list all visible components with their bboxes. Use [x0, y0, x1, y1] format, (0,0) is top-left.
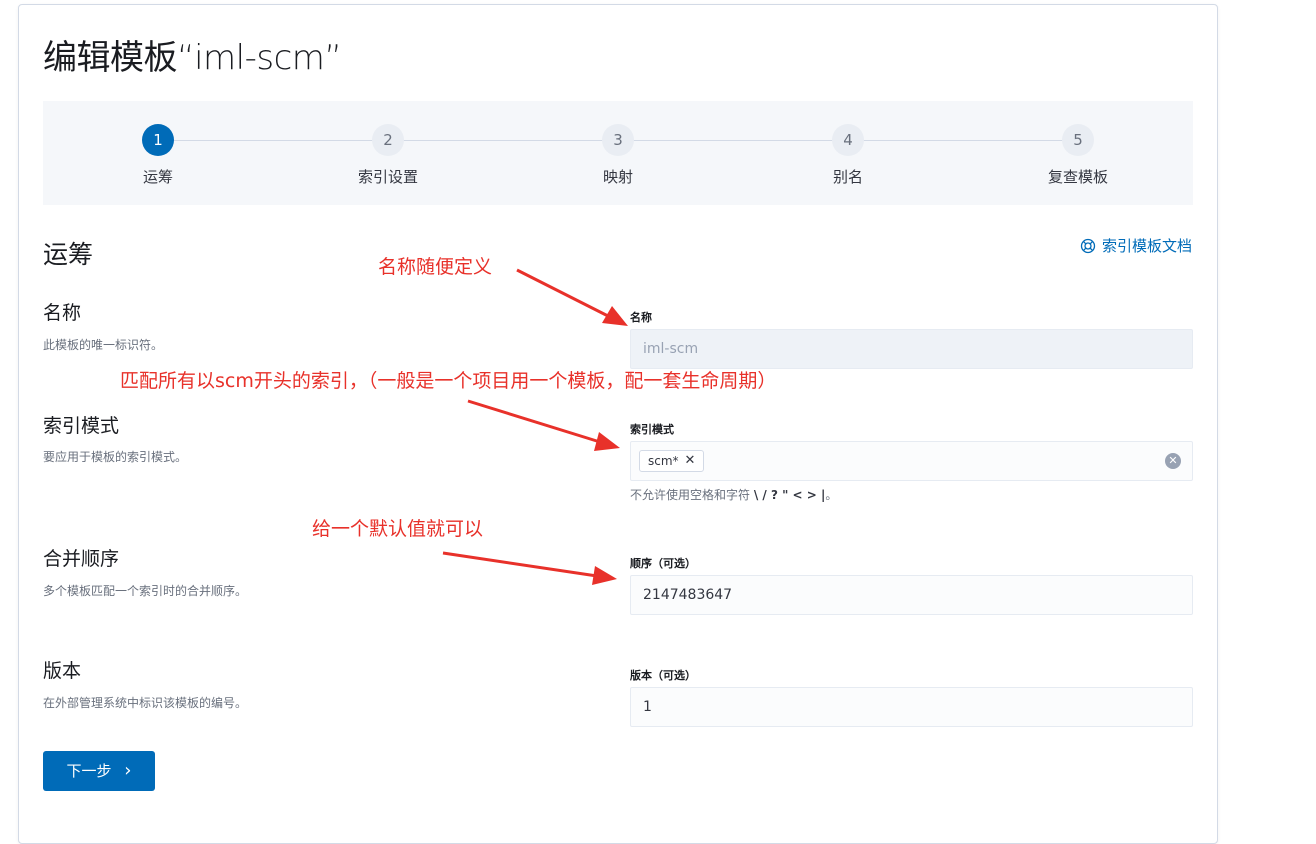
step-5-number: 5 [1062, 124, 1094, 156]
page-title: 编辑模板“iml-scm” [43, 38, 342, 78]
step-3[interactable]: 3 映射 [558, 124, 678, 187]
name-input[interactable]: iml-scm [630, 329, 1193, 369]
step-2-number: 2 [372, 124, 404, 156]
pattern-title: 索引模式 [43, 415, 120, 437]
annotation-name: 名称随便定义 [378, 256, 493, 278]
step-4-number: 4 [832, 124, 864, 156]
step-3-number: 3 [602, 124, 634, 156]
lifebuoy-icon [1080, 238, 1096, 253]
step-2[interactable]: 2 索引设置 [328, 124, 448, 187]
annotation-pattern: 匹配所有以scm开头的索引，（一般是一个项目用一个模板，配一套生命周期） [120, 370, 777, 392]
pattern-help-suffix: 。 [825, 488, 838, 502]
order-title: 合并顺序 [43, 548, 120, 570]
pattern-help-prefix: 不允许使用空格和字符 [630, 488, 754, 502]
order-label: 顺序（可选） [630, 557, 696, 570]
step-2-label: 索引设置 [357, 168, 418, 186]
annotation-order: 给一个默认值就可以 [312, 518, 484, 540]
docs-link-label: 索引模板文档 [1101, 237, 1192, 255]
name-label: 名称 [630, 311, 652, 324]
docs-link[interactable]: 索引模板文档 [1080, 235, 1192, 256]
pattern-pill-label: scm* [648, 454, 679, 468]
chevron-right-icon: › [124, 760, 132, 781]
version-title: 版本 [43, 660, 82, 682]
order-desc: 多个模板匹配一个索引时的合并顺序。 [43, 584, 248, 598]
step-4-label: 别名 [832, 168, 863, 186]
next-button-label: 下一步 [66, 762, 112, 780]
version-label: 版本（可选） [630, 669, 696, 682]
pattern-desc: 要应用于模板的索引模式。 [43, 450, 188, 464]
step-3-label: 映射 [602, 168, 633, 186]
step-1[interactable]: 1 运筹 [98, 124, 218, 187]
pattern-pill: scm* ✕ [639, 450, 705, 472]
version-input[interactable]: 1 [630, 687, 1193, 727]
pattern-help-chars: \ / ? " < > | [753, 488, 826, 502]
name-desc: 此模板的唯一标识符。 [43, 338, 164, 352]
name-title: 名称 [43, 302, 82, 324]
order-input[interactable]: 2147483647 [630, 575, 1193, 615]
next-button[interactable]: 下一步 › [43, 751, 155, 791]
clear-icon[interactable]: ✕ [1165, 453, 1181, 469]
pill-remove-icon[interactable]: ✕ [685, 451, 696, 471]
section-title: 运筹 [43, 240, 94, 269]
steps-bar: 1 运筹 2 索引设置 3 映射 4 别名 5 复查模板 [43, 101, 1193, 205]
step-5-label: 复查模板 [1047, 168, 1108, 186]
pattern-combobox[interactable]: scm* ✕ ✕ [630, 441, 1193, 481]
version-desc: 在外部管理系统中标识该模板的编号。 [43, 696, 248, 710]
pattern-help: 不允许使用空格和字符 \ / ? " < > |。 [630, 486, 837, 503]
step-4[interactable]: 4 别名 [788, 124, 908, 187]
step-1-number: 1 [142, 124, 174, 156]
step-5[interactable]: 5 复查模板 [1018, 124, 1138, 187]
step-1-label: 运筹 [142, 168, 173, 186]
pattern-label: 索引模式 [630, 423, 674, 436]
